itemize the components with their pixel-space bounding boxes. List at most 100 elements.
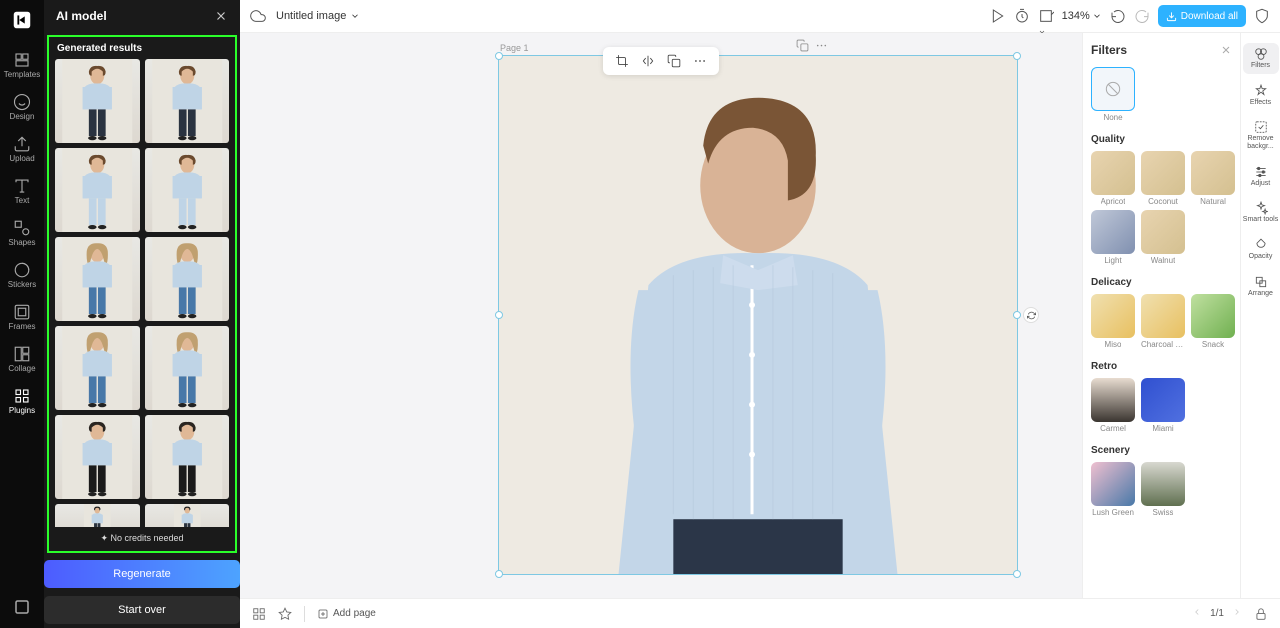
filter-item[interactable]: Coconut [1141, 151, 1185, 206]
tool-remove[interactable]: Remove backgr... [1243, 116, 1279, 154]
generated-thumb[interactable] [145, 59, 230, 143]
app-logo[interactable] [6, 4, 38, 36]
generated-thumb[interactable] [145, 504, 230, 527]
nav-templates[interactable]: Templates [0, 44, 44, 86]
topbar: Untitled image 134% Download all [240, 0, 1280, 33]
filter-item[interactable]: Natural [1191, 151, 1235, 206]
resize-handle[interactable] [495, 570, 503, 578]
shield-icon[interactable] [1254, 8, 1270, 24]
copy-icon[interactable] [667, 54, 681, 68]
generated-thumb[interactable] [55, 237, 140, 321]
model-preview [499, 56, 1017, 574]
flip-icon[interactable] [641, 54, 655, 68]
filter-item[interactable]: Miso [1091, 294, 1135, 349]
generated-thumb[interactable] [55, 504, 140, 527]
filter-thumb [1191, 294, 1235, 338]
layers-icon[interactable] [252, 607, 266, 621]
canvas-page-actions [796, 39, 828, 52]
close-icon[interactable] [1220, 44, 1232, 56]
more-page-icon[interactable] [815, 39, 828, 52]
tool-smart[interactable]: Smart tools [1243, 197, 1279, 228]
shapes-icon [13, 219, 31, 237]
generated-thumb[interactable] [145, 148, 230, 232]
resize-handle[interactable] [1013, 570, 1021, 578]
next-page-icon[interactable] [1232, 607, 1242, 620]
nav-upload[interactable]: Upload [0, 128, 44, 170]
redo-icon[interactable] [1134, 8, 1150, 24]
nav-text[interactable]: Text [0, 170, 44, 212]
resize-handle[interactable] [1013, 52, 1021, 60]
nav-rail: TemplatesDesignUploadTextShapesStickersF… [0, 0, 44, 628]
resize-icon[interactable] [1038, 8, 1054, 24]
collage-icon [13, 345, 31, 363]
resize-handle[interactable] [495, 311, 503, 319]
filter-item[interactable]: Apricot [1091, 151, 1135, 206]
document-title[interactable]: Untitled image [276, 10, 360, 22]
prev-page-icon[interactable] [1192, 607, 1202, 620]
star-icon[interactable] [278, 607, 292, 621]
regenerate-button[interactable]: Regenerate [44, 560, 240, 588]
filter-item[interactable]: Swiss [1141, 462, 1185, 517]
filter-thumb [1141, 151, 1185, 195]
refresh-icon[interactable] [1023, 307, 1039, 323]
design-icon [13, 93, 31, 111]
filter-none[interactable]: None [1091, 67, 1135, 122]
filter-item[interactable]: Miami [1141, 378, 1185, 433]
close-icon[interactable] [214, 9, 228, 23]
timer-icon[interactable] [1014, 8, 1030, 24]
duplicate-page-icon[interactable] [796, 39, 809, 52]
arrange-icon [1254, 275, 1268, 289]
filter-item[interactable]: Walnut [1141, 210, 1185, 265]
more-icon[interactable] [693, 54, 707, 68]
tool-effects[interactable]: Effects [1243, 80, 1279, 111]
filter-item[interactable]: Carmel [1091, 378, 1135, 433]
undo-icon[interactable] [1110, 8, 1126, 24]
tool-arrange[interactable]: Arrange [1243, 271, 1279, 302]
cloud-icon[interactable] [250, 8, 266, 24]
page-indicator: 1/1 [1210, 608, 1224, 619]
play-icon[interactable] [990, 8, 1006, 24]
bottombar: Add page 1/1 [240, 598, 1280, 628]
selected-image[interactable] [498, 55, 1018, 575]
filters-panel: Filters None QualityApricotCoconutNatura… [1082, 33, 1240, 598]
nav-collage[interactable]: Collage [0, 338, 44, 380]
filter-item[interactable]: Snack [1191, 294, 1235, 349]
generated-thumb[interactable] [55, 148, 140, 232]
tool-opacity[interactable]: Opacity [1243, 234, 1279, 265]
crop-icon[interactable] [615, 54, 629, 68]
filter-item[interactable]: Light [1091, 210, 1135, 265]
filters-title: Filters [1091, 43, 1127, 57]
filter-thumb [1091, 462, 1135, 506]
opacity-icon [1254, 238, 1268, 252]
generated-thumb[interactable] [55, 415, 140, 499]
nav-shapes[interactable]: Shapes [0, 212, 44, 254]
filter-item[interactable]: Charcoal fr... [1141, 294, 1185, 349]
nav-design[interactable]: Design [0, 86, 44, 128]
adjust-icon [1254, 165, 1268, 179]
lock-icon[interactable] [1254, 607, 1268, 621]
add-page-button[interactable]: Add page [317, 608, 376, 620]
generated-thumb[interactable] [145, 237, 230, 321]
help-icon[interactable] [13, 598, 31, 616]
floating-toolbar [603, 47, 719, 75]
tool-filters[interactable]: Filters [1243, 43, 1279, 74]
tool-adjust[interactable]: Adjust [1243, 161, 1279, 192]
filter-thumb [1091, 210, 1135, 254]
nav-frames[interactable]: Frames [0, 296, 44, 338]
filter-item[interactable]: Lush Green [1091, 462, 1135, 517]
start-over-button[interactable]: Start over [44, 596, 240, 624]
filter-section-title: Retro [1091, 361, 1232, 372]
nav-plugins[interactable]: Plugins [0, 380, 44, 422]
filter-thumb [1141, 294, 1185, 338]
resize-handle[interactable] [1013, 311, 1021, 319]
generated-thumb[interactable] [55, 59, 140, 143]
nav-stickers[interactable]: Stickers [0, 254, 44, 296]
filter-thumb [1141, 210, 1185, 254]
resize-handle[interactable] [495, 52, 503, 60]
zoom-level[interactable]: 134% [1062, 10, 1102, 22]
canvas[interactable]: Page 1 [240, 33, 1082, 598]
generated-thumb[interactable] [145, 326, 230, 410]
generated-thumb[interactable] [145, 415, 230, 499]
generated-thumb[interactable] [55, 326, 140, 410]
download-all-button[interactable]: Download all [1158, 5, 1246, 27]
